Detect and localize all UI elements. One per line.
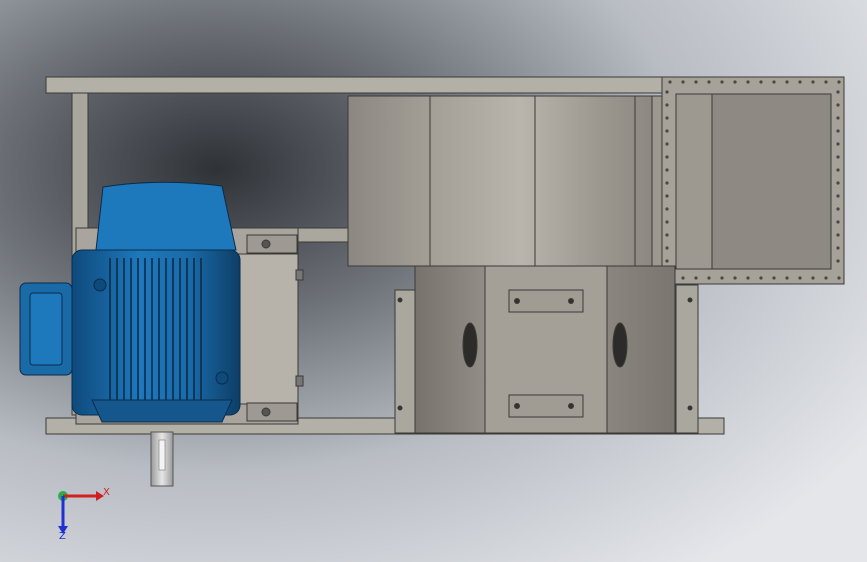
housing-port-right (612, 322, 628, 368)
frame-right-post (675, 284, 699, 434)
fan-drum (347, 95, 665, 267)
cad-viewport[interactable]: X Z (0, 0, 867, 562)
housing-port-left (462, 322, 478, 368)
frame-center-post (394, 289, 416, 434)
outlet-flange (661, 76, 845, 285)
cad-model-view[interactable] (0, 0, 867, 562)
fan-housing (397, 265, 693, 434)
frame-top-rail (45, 76, 723, 94)
triad-x-label: X (103, 487, 110, 498)
motor-end-bell (91, 399, 233, 423)
triad-z-label: Z (59, 531, 66, 542)
motor-fan-cover (95, 181, 237, 251)
motor-stator (71, 249, 241, 416)
